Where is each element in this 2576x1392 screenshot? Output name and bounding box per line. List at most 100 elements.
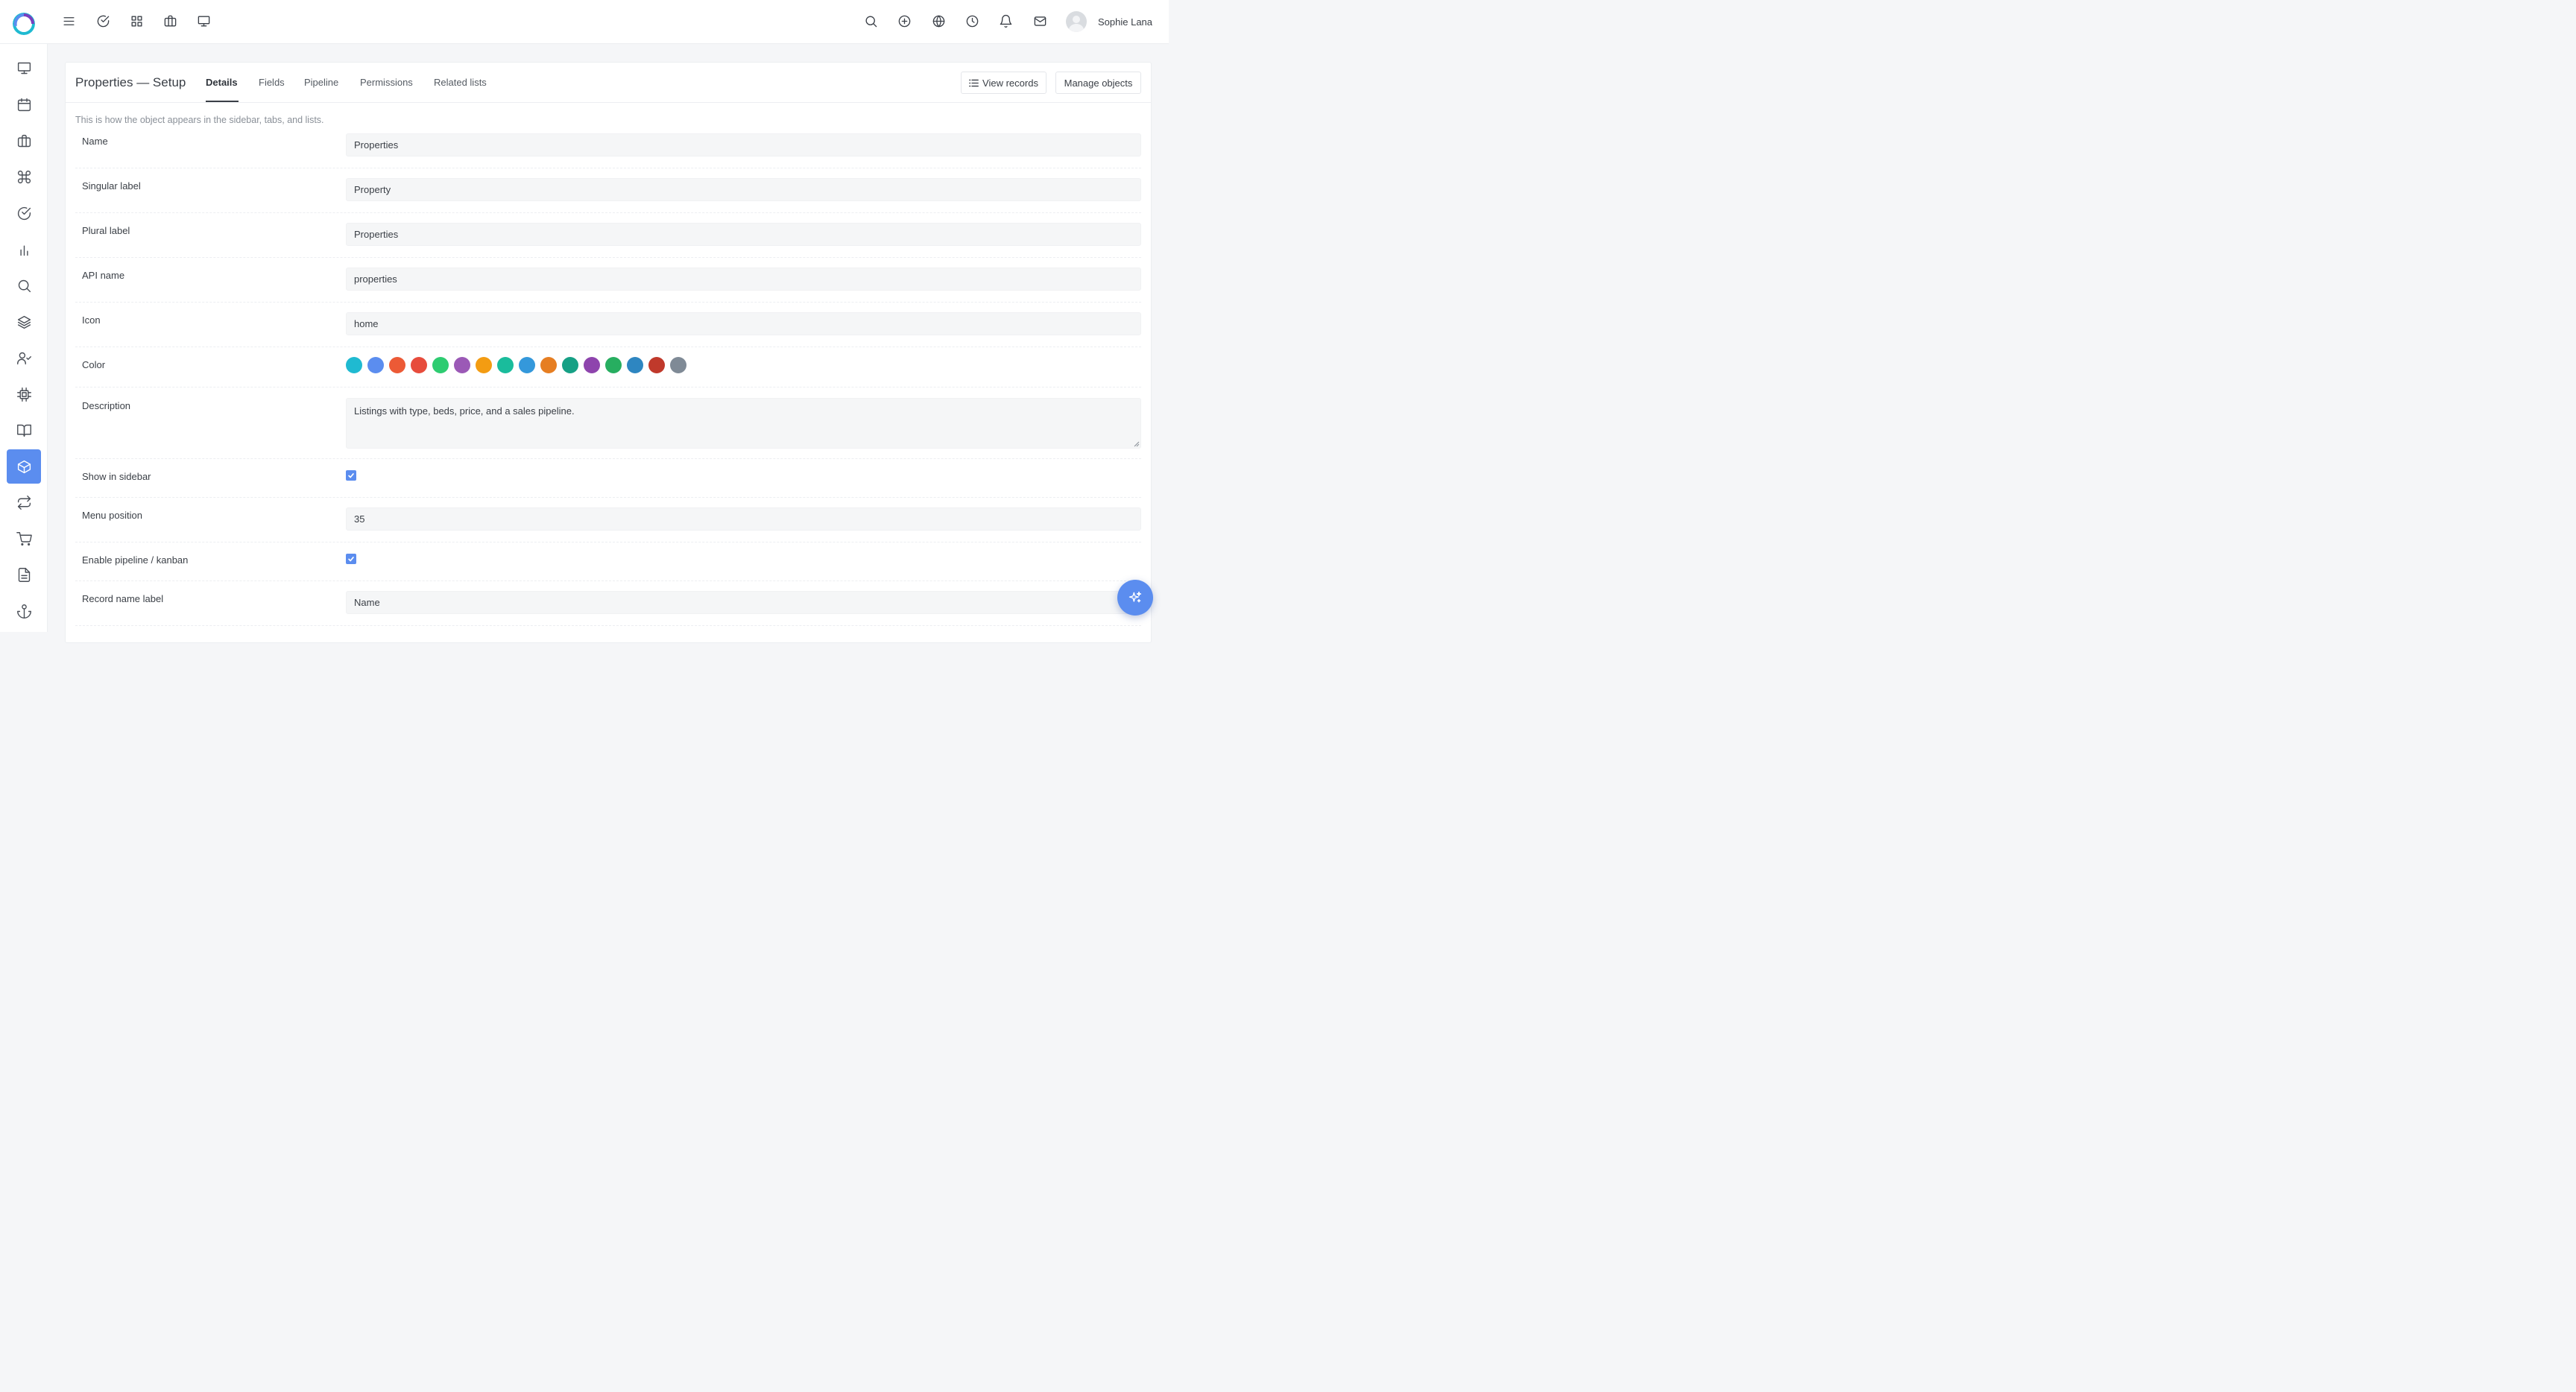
- setup-hint: This is how the object appears in the si…: [75, 115, 324, 125]
- top-bar: Sophie Lana: [0, 0, 1169, 44]
- tab-fields[interactable]: Fields: [259, 77, 285, 88]
- name-input[interactable]: [346, 133, 1141, 156]
- check-icon: [348, 473, 354, 478]
- user-name: Sophie Lana: [1098, 16, 1153, 28]
- manage-objects-button[interactable]: Manage objects: [1055, 72, 1141, 94]
- sidebar: [0, 44, 48, 632]
- anchor-icon[interactable]: [7, 594, 41, 628]
- field-label: Color: [82, 359, 106, 370]
- form-row-api-name: API name: [75, 258, 1141, 303]
- field-label: Name: [82, 136, 108, 147]
- form-row-plural: Plural label: [75, 213, 1141, 258]
- color-swatch[interactable]: [519, 357, 535, 373]
- clock-icon[interactable]: [964, 13, 980, 29]
- resize-grip-icon[interactable]: [1134, 441, 1140, 447]
- color-swatch[interactable]: [627, 357, 643, 373]
- field-label: Icon: [82, 314, 101, 326]
- tab-pipeline[interactable]: Pipeline: [304, 77, 338, 88]
- api-name-input[interactable]: [346, 268, 1141, 291]
- plural-label-input[interactable]: [346, 223, 1141, 246]
- color-swatch[interactable]: [605, 357, 622, 373]
- bar-chart-icon[interactable]: [7, 232, 41, 267]
- color-swatch[interactable]: [584, 357, 600, 373]
- color-swatch[interactable]: [540, 357, 557, 373]
- form-row-enable-pipeline: Enable pipeline / kanban: [75, 542, 1141, 581]
- form-row-record-name-label: Record name label: [75, 581, 1141, 626]
- view-records-button[interactable]: View records: [961, 72, 1046, 94]
- form-row-menu-position: Menu position: [75, 498, 1141, 542]
- grid-icon[interactable]: [128, 13, 145, 29]
- enable-pipeline-checkbox[interactable]: [346, 554, 356, 564]
- briefcase-icon[interactable]: [7, 124, 41, 158]
- plus-circle-icon[interactable]: [896, 13, 912, 29]
- field-label: Menu position: [82, 510, 142, 521]
- form-row-icon: Icon: [75, 303, 1141, 347]
- file-text-icon[interactable]: [7, 557, 41, 592]
- page-title: Properties — Setup: [75, 75, 186, 89]
- view-records-label: View records: [982, 77, 1038, 89]
- list-icon: [969, 79, 979, 86]
- avatar: [1066, 11, 1087, 32]
- manage-objects-label: Manage objects: [1064, 77, 1133, 89]
- color-swatch[interactable]: [411, 357, 427, 373]
- check-icon: [348, 557, 354, 562]
- color-swatch-group: [346, 357, 692, 373]
- monitor-icon[interactable]: [195, 13, 212, 29]
- field-label: Plural label: [82, 225, 130, 236]
- briefcase-icon[interactable]: [162, 13, 178, 29]
- color-swatch[interactable]: [670, 357, 686, 373]
- user-check-icon[interactable]: [7, 341, 41, 375]
- card-header: Properties — Setup Details Fields Pipeli…: [66, 63, 1151, 103]
- command-icon[interactable]: [7, 159, 41, 194]
- color-swatch[interactable]: [476, 357, 492, 373]
- active-tab-indicator: [206, 101, 239, 102]
- color-swatch[interactable]: [648, 357, 665, 373]
- bell-icon[interactable]: [997, 13, 1014, 29]
- color-swatch[interactable]: [454, 357, 470, 373]
- calendar-icon[interactable]: [7, 87, 41, 121]
- sparkles-icon: [1128, 591, 1142, 603]
- box-icon[interactable]: [7, 449, 41, 484]
- check-circle-icon[interactable]: [95, 13, 111, 29]
- tab-details[interactable]: Details: [206, 77, 238, 88]
- description-textarea[interactable]: Listings with type, beds, price, and a s…: [346, 398, 1141, 449]
- book-open-icon[interactable]: [7, 413, 41, 447]
- layers-icon[interactable]: [7, 305, 41, 339]
- color-swatch[interactable]: [562, 357, 578, 373]
- record-name-label-input[interactable]: [346, 591, 1141, 614]
- field-label: Enable pipeline / kanban: [82, 554, 189, 566]
- search-icon[interactable]: [862, 13, 879, 29]
- show-in-sidebar-checkbox[interactable]: [346, 470, 356, 481]
- color-swatch[interactable]: [367, 357, 384, 373]
- menu-icon[interactable]: [60, 13, 77, 29]
- field-label: Record name label: [82, 593, 164, 604]
- monitor-icon[interactable]: [7, 51, 41, 85]
- repeat-icon[interactable]: [7, 485, 41, 519]
- color-swatch[interactable]: [389, 357, 405, 373]
- color-swatch[interactable]: [432, 357, 449, 373]
- user-menu[interactable]: Sophie Lana: [1066, 10, 1152, 33]
- cart-icon[interactable]: [7, 522, 41, 556]
- form-row-show-in-sidebar: Show in sidebar: [75, 459, 1141, 498]
- mail-icon[interactable]: [1032, 13, 1048, 29]
- cpu-icon[interactable]: [7, 377, 41, 411]
- form-row-singular: Singular label: [75, 168, 1141, 213]
- form-row-color: Color: [75, 347, 1141, 387]
- field-label: Singular label: [82, 180, 141, 192]
- search-icon[interactable]: [7, 268, 41, 303]
- color-swatch[interactable]: [346, 357, 362, 373]
- tab-related-lists[interactable]: Related lists: [434, 77, 487, 88]
- form-row-name: Name: [75, 130, 1141, 168]
- icon-input[interactable]: [346, 312, 1141, 335]
- check-circle-icon[interactable]: [7, 196, 41, 230]
- form-row-description: Description Listings with type, beds, pr…: [75, 387, 1141, 459]
- globe-icon[interactable]: [930, 13, 947, 29]
- tab-permissions[interactable]: Permissions: [360, 77, 413, 88]
- menu-position-input[interactable]: [346, 507, 1141, 531]
- singular-label-input[interactable]: [346, 178, 1141, 201]
- field-label: Show in sidebar: [82, 471, 151, 482]
- app-logo[interactable]: [13, 13, 35, 35]
- color-swatch[interactable]: [497, 357, 514, 373]
- field-label: Description: [82, 400, 131, 411]
- ai-assistant-button[interactable]: [1117, 580, 1153, 616]
